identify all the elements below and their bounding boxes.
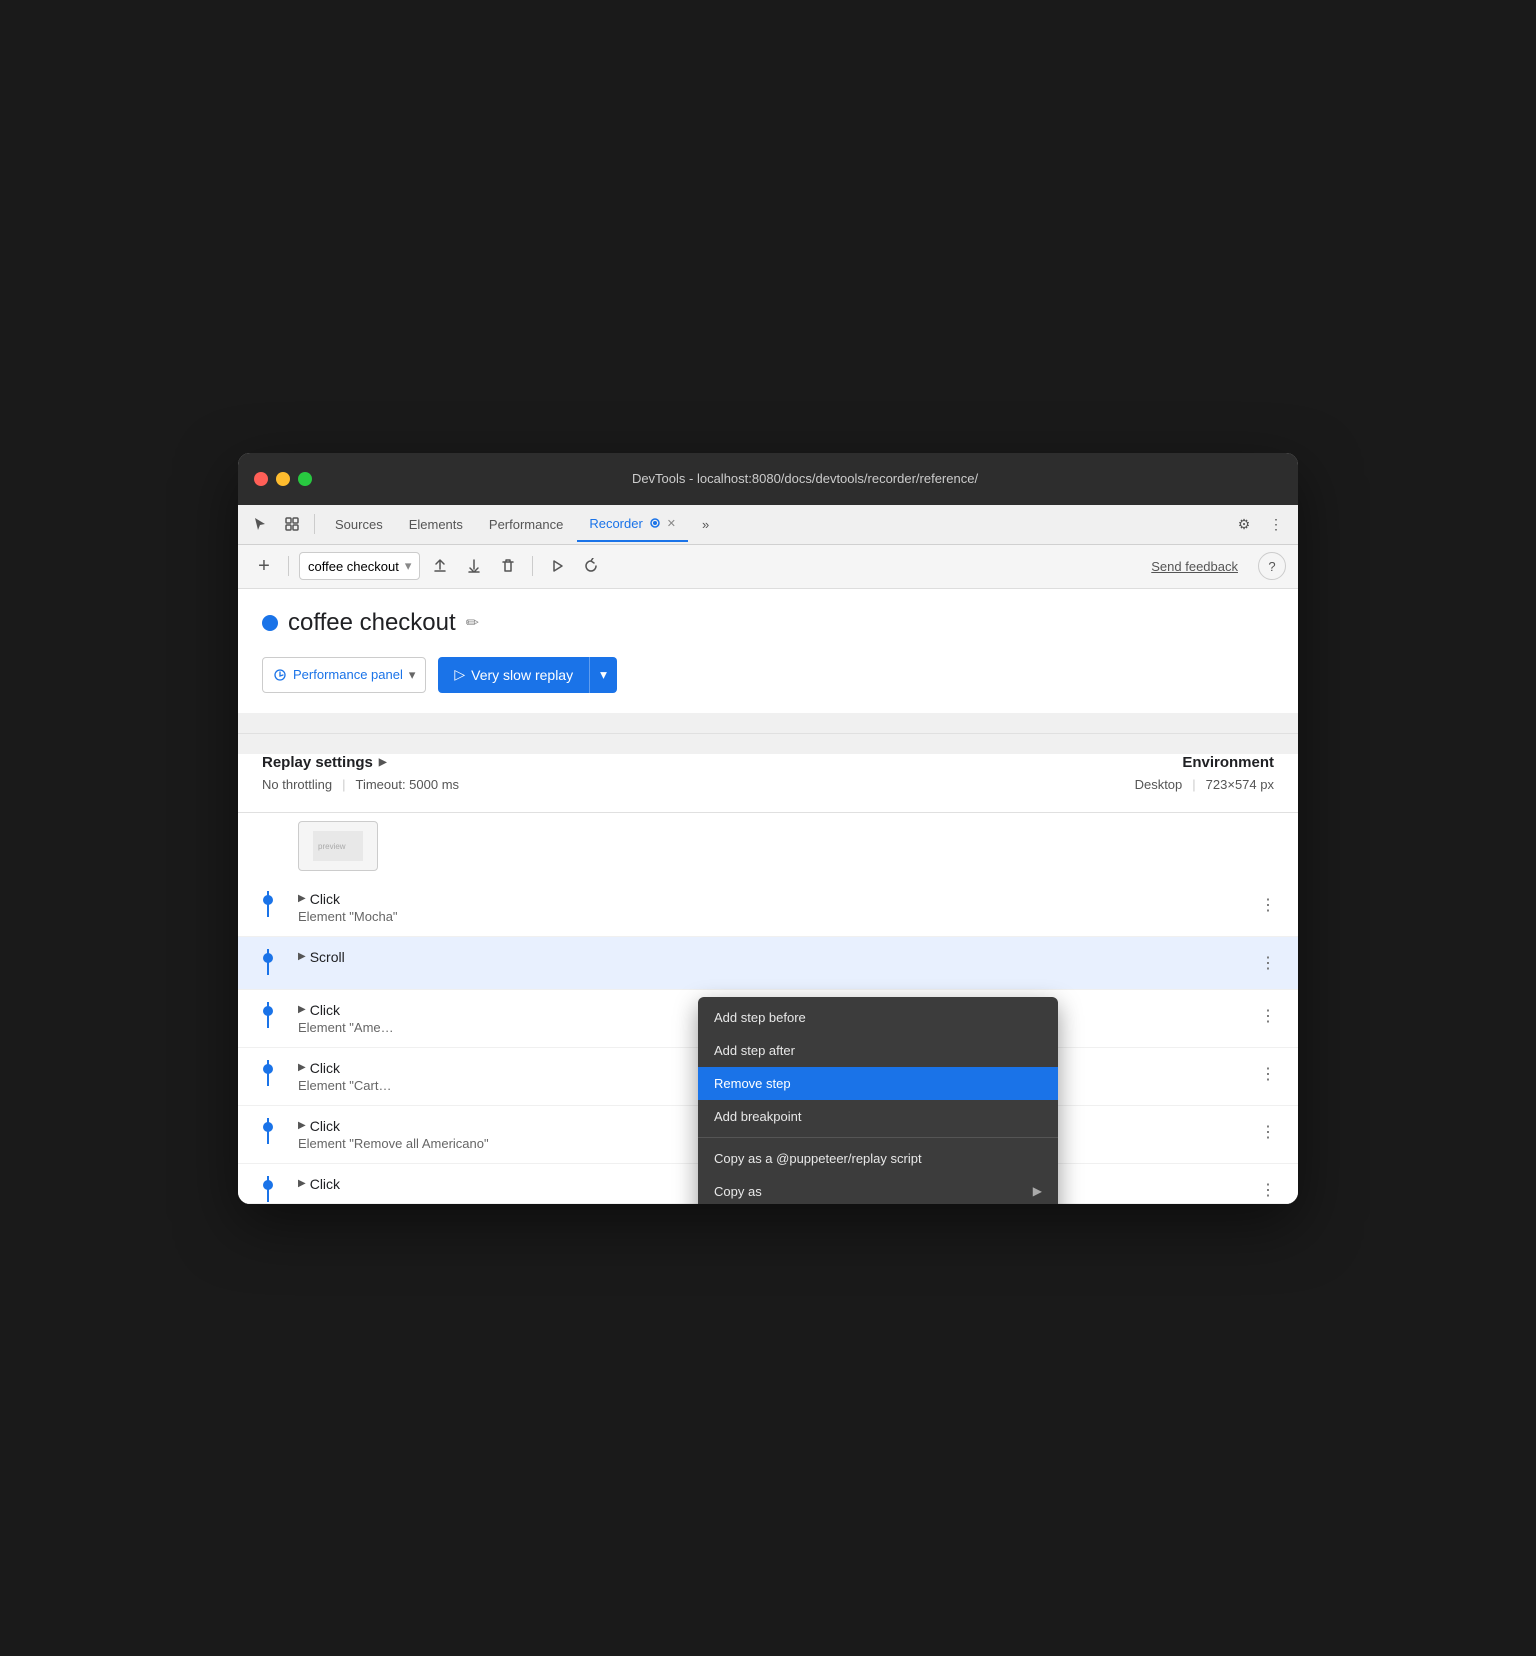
step-expand-4[interactable]: ▶ (298, 1062, 306, 1073)
very-slow-replay-button[interactable]: ▷ Very slow replay (438, 657, 589, 693)
upload-button[interactable] (426, 552, 454, 580)
environment-label: Environment (1135, 754, 1274, 771)
main-content: coffee checkout ✏ Performance panel ▾ ▷ … (238, 589, 1298, 713)
inspect-icon[interactable] (278, 510, 306, 538)
step-expand-1[interactable]: ▶ (298, 893, 306, 904)
send-feedback-link[interactable]: Send feedback (1151, 559, 1238, 574)
rec-sep-1 (288, 556, 289, 576)
main-divider (238, 733, 1298, 734)
step-timeline-2 (238, 949, 298, 963)
steps-area: preview ▶ Click Element "Mocha" ⋮ (238, 812, 1298, 1204)
context-menu: Add step before Add step after Remove st… (698, 997, 1058, 1204)
step-expand-5[interactable]: ▶ (298, 1120, 306, 1131)
recording-status-dot (262, 615, 278, 631)
rec-sep-2 (532, 556, 533, 576)
thumbnail-row: preview (238, 813, 1298, 879)
ctx-add-breakpoint[interactable]: Add breakpoint (698, 1100, 1058, 1133)
thumbnail: preview (298, 821, 378, 871)
ctx-add-step-before[interactable]: Add step before (698, 1001, 1058, 1034)
recorder-toolbar: + coffee checkout ▾ (238, 545, 1298, 589)
settings-expand-icon[interactable]: ▶ (379, 757, 387, 768)
svg-text:preview: preview (318, 842, 346, 851)
replay-button[interactable] (577, 552, 605, 580)
replay-settings-label: Replay settings ▶ (262, 754, 459, 771)
traffic-lights (254, 472, 312, 486)
cursor-icon[interactable] (246, 510, 274, 538)
settings-icon[interactable]: ⚙ (1230, 510, 1258, 538)
step-menu-button-1[interactable]: ⋮ (1254, 891, 1282, 919)
step-menu-button-4[interactable]: ⋮ (1254, 1060, 1282, 1088)
tab-sources[interactable]: Sources (323, 506, 395, 542)
env-values: Desktop | 723×574 px (1135, 777, 1274, 792)
ctx-copy-as[interactable]: Copy as ▶ (698, 1175, 1058, 1204)
step-menu-button-2[interactable]: ⋮ (1254, 949, 1282, 977)
step-title-1[interactable]: ▶ Click (298, 891, 1254, 907)
step-timeline-6 (238, 1176, 298, 1190)
tab-more[interactable]: » (690, 506, 721, 542)
toolbar-separator-1 (314, 514, 315, 534)
step-timeline-5 (238, 1118, 298, 1132)
tab-performance[interactable]: Performance (477, 506, 575, 542)
step-timeline-4 (238, 1060, 298, 1074)
step-dot-3 (263, 1006, 273, 1016)
recording-title: coffee checkout (288, 609, 456, 637)
step-content-1: ▶ Click Element "Mocha" (298, 891, 1254, 924)
devtools-tabbar: Sources Elements Performance Recorder ✕ … (238, 505, 1298, 545)
step-dot-5 (263, 1122, 273, 1132)
step-scroll: ▶ Scroll ⋮ Add step before Add step afte… (238, 937, 1298, 990)
window-title: DevTools - localhost:8080/docs/devtools/… (328, 471, 1282, 486)
step-subtitle-1: Element "Mocha" (298, 909, 1254, 924)
step-timeline-3 (238, 1002, 298, 1016)
performance-panel-button[interactable]: Performance panel ▾ (262, 657, 426, 693)
delete-button[interactable] (494, 552, 522, 580)
edit-title-icon[interactable]: ✏ (466, 613, 479, 633)
more-options-icon[interactable]: ⋮ (1262, 510, 1290, 538)
add-recording-button[interactable]: + (250, 552, 278, 580)
play-button[interactable] (543, 552, 571, 580)
step-dot-1 (263, 895, 273, 905)
step-expand-3[interactable]: ▶ (298, 1004, 306, 1015)
step-menu-button-6[interactable]: ⋮ (1254, 1176, 1282, 1204)
fullscreen-button[interactable] (298, 472, 312, 486)
replay-speed-dropdown[interactable]: ▾ (589, 657, 617, 693)
settings-row: Replay settings ▶ No throttling | Timeou… (262, 754, 1274, 800)
titlebar: DevTools - localhost:8080/docs/devtools/… (238, 453, 1298, 505)
step-timeline-1 (238, 891, 298, 905)
step-click-mocha: ▶ Click Element "Mocha" ⋮ (238, 879, 1298, 937)
tab-list: Sources Elements Performance Recorder ✕ … (323, 506, 1226, 542)
help-button[interactable]: ? (1258, 552, 1286, 580)
step-dot-6 (263, 1180, 273, 1190)
close-button[interactable] (254, 472, 268, 486)
settings-values: No throttling | Timeout: 5000 ms (262, 777, 459, 792)
ctx-copy-as-arrow: ▶ (1033, 1184, 1042, 1198)
step-expand-6[interactable]: ▶ (298, 1178, 306, 1189)
step-content-2: ▶ Scroll (298, 949, 1254, 965)
recording-header: coffee checkout ✏ (262, 609, 1274, 637)
step-dot-4 (263, 1064, 273, 1074)
step-title-2[interactable]: ▶ Scroll (298, 949, 1254, 965)
download-button[interactable] (460, 552, 488, 580)
replay-button-group: ▷ Very slow replay ▾ (438, 657, 616, 693)
step-expand-2[interactable]: ▶ (298, 951, 306, 962)
minimize-button[interactable] (276, 472, 290, 486)
recording-selector[interactable]: coffee checkout ▾ (299, 552, 420, 580)
devtools-window: DevTools - localhost:8080/docs/devtools/… (238, 453, 1298, 1204)
step-menu-button-3[interactable]: ⋮ (1254, 1002, 1282, 1030)
step-menu-button-5[interactable]: ⋮ (1254, 1118, 1282, 1146)
ctx-separator-1 (698, 1137, 1058, 1138)
ctx-copy-puppeteer[interactable]: Copy as a @puppeteer/replay script (698, 1142, 1058, 1175)
step-dot-2 (263, 953, 273, 963)
tab-close-recorder[interactable]: ✕ (667, 517, 676, 530)
settings-section: Replay settings ▶ No throttling | Timeou… (238, 754, 1298, 812)
action-bar: Performance panel ▾ ▷ Very slow replay ▾ (262, 657, 1274, 693)
tab-recorder[interactable]: Recorder ✕ (577, 506, 688, 542)
ctx-add-step-after[interactable]: Add step after (698, 1034, 1058, 1067)
ctx-remove-step[interactable]: Remove step (698, 1067, 1058, 1100)
tab-elements[interactable]: Elements (397, 506, 475, 542)
toolbar-right: ⚙ ⋮ (1230, 510, 1290, 538)
